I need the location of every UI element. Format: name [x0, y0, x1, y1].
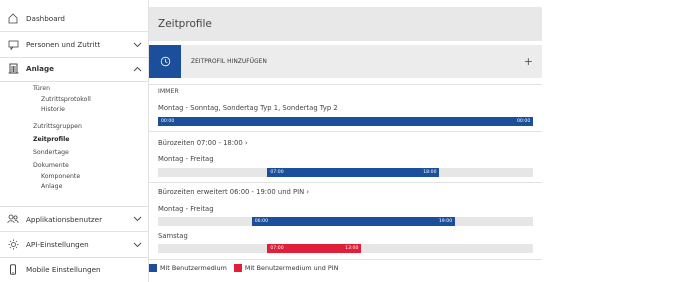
- page-title: Zeitprofile: [158, 18, 212, 30]
- sidebar-item-label: API-Einstellungen: [26, 240, 89, 249]
- building-icon: [0, 63, 26, 74]
- sidebar-item-anlage[interactable]: Anlage: [0, 56, 148, 82]
- home-icon: [0, 13, 26, 24]
- sidebar-item-personen[interactable]: Personen und Zutritt: [0, 32, 148, 58]
- time-bar-track: 00:00 00:00: [158, 117, 533, 126]
- profile-name: IMMER: [158, 88, 179, 95]
- page-header: Zeitprofile: [149, 7, 542, 41]
- time-bar-end-label: 19:00: [438, 218, 453, 224]
- legend: Mit Benutzermedium Mit Benutzermedium un…: [149, 264, 345, 272]
- sidebar: Dashboard Personen und Zutritt Anlage Tü…: [0, 0, 149, 282]
- chevron-down-icon: [126, 242, 148, 248]
- time-bar-start-label: 07:00: [270, 245, 284, 251]
- sidebar-item-mobile-einstellungen[interactable]: Mobile Einstellungen: [0, 257, 148, 282]
- legend-swatch-pin: [233, 264, 242, 272]
- profile-row-days: Montag - Freitag: [158, 155, 214, 163]
- sidebar-sub-zeitprofile[interactable]: Zeitprofile: [33, 136, 69, 143]
- users-icon: [0, 214, 26, 224]
- time-bar-start-label: 06:00: [254, 218, 268, 224]
- sidebar-sub-anlage[interactable]: Anlage: [41, 183, 62, 190]
- mobile-icon: [0, 264, 26, 275]
- sidebar-item-label: Anlage: [26, 64, 55, 73]
- chevron-down-icon: [126, 42, 148, 48]
- sidebar-item-label: Applikationsbenutzer: [26, 214, 103, 224]
- sidebar-sub-zutrittsgruppen[interactable]: Zutrittsgruppen: [33, 123, 82, 130]
- time-bar-start-label: 00:00: [161, 118, 175, 124]
- profile-row-days: Montag - Freitag: [158, 205, 214, 213]
- divider: [149, 182, 542, 183]
- chevron-up-icon: [126, 66, 148, 72]
- sidebar-sub-sondertage[interactable]: Sondertage: [33, 149, 69, 156]
- chevron-down-icon: [126, 216, 148, 222]
- divider: [149, 131, 542, 132]
- chat-icon: [0, 40, 26, 50]
- divider: [149, 259, 542, 260]
- time-bar-track: 07:00 18:00: [158, 168, 533, 177]
- sidebar-item-label: Mobile Einstellungen: [26, 265, 101, 274]
- sidebar-item-applikationsbenutzer[interactable]: Applikationsbenutzer: [0, 206, 148, 232]
- sidebar-sub-tueren[interactable]: Türen: [33, 85, 50, 92]
- sidebar-item-api-einstellungen[interactable]: API-Einstellungen: [0, 232, 148, 258]
- sidebar-sub-zutrittsprotokoll[interactable]: Zutrittsprotokoll: [41, 96, 91, 103]
- sidebar-item-label: Personen und Zutritt: [26, 40, 101, 49]
- time-bar-fill: [158, 117, 533, 126]
- time-bar-end-label: 00:00: [517, 118, 531, 124]
- profile-row-days: Montag - Sonntag, Sondertag Typ 1, Sonde…: [158, 104, 338, 112]
- sidebar-sub-dokumente[interactable]: Dokumente: [33, 162, 69, 169]
- legend-swatch-medium: [149, 264, 157, 272]
- time-bar-start-label: 07:00: [270, 169, 284, 175]
- sidebar-sub-historie[interactable]: Historie: [41, 106, 65, 113]
- legend-item-pin: Mit Benutzermedium und PIN: [233, 264, 339, 272]
- time-bar-fill: [267, 168, 440, 177]
- add-zeitprofil-label: ZEITPROFIL HINZUFÜGEN: [191, 58, 267, 65]
- legend-label: Mit Benutzermedium und PIN: [244, 264, 339, 272]
- add-zeitprofil-button[interactable]: ZEITPROFIL HINZUFÜGEN +: [149, 45, 542, 78]
- time-bar-end-label: 13:00: [345, 245, 359, 251]
- profile-name: Bürozeiten 07:00 - 18:00: [158, 139, 243, 147]
- profile-name-link[interactable]: Bürozeiten erweitert 06:00 - 19:00 und P…: [158, 188, 309, 196]
- sidebar-item-label: Dashboard: [26, 14, 65, 23]
- gear-icon: [0, 239, 26, 250]
- sidebar-sub-komponente[interactable]: Komponente: [41, 173, 80, 180]
- time-bar-end-label: 18:00: [423, 169, 437, 175]
- time-bar-track: 06:00 19:00: [158, 217, 533, 226]
- clock-icon: [149, 45, 181, 78]
- profile-name-link[interactable]: Bürozeiten 07:00 - 18:00 ›: [158, 139, 248, 147]
- legend-label: Mit Benutzermedium: [160, 264, 227, 272]
- time-bar-fill: [251, 217, 455, 226]
- divider: [149, 84, 542, 85]
- plus-icon: +: [523, 55, 533, 68]
- time-bar-track: 07:00 13:00: [158, 244, 533, 253]
- profile-row-days: Samstag: [158, 232, 188, 240]
- chevron-right-icon: ›: [306, 188, 310, 196]
- profile-name: Bürozeiten erweitert 06:00 - 19:00 und P…: [158, 188, 305, 196]
- chevron-right-icon: ›: [244, 139, 248, 147]
- sidebar-item-dashboard[interactable]: Dashboard: [0, 6, 148, 32]
- legend-item-medium: Mit Benutzermedium: [149, 264, 227, 272]
